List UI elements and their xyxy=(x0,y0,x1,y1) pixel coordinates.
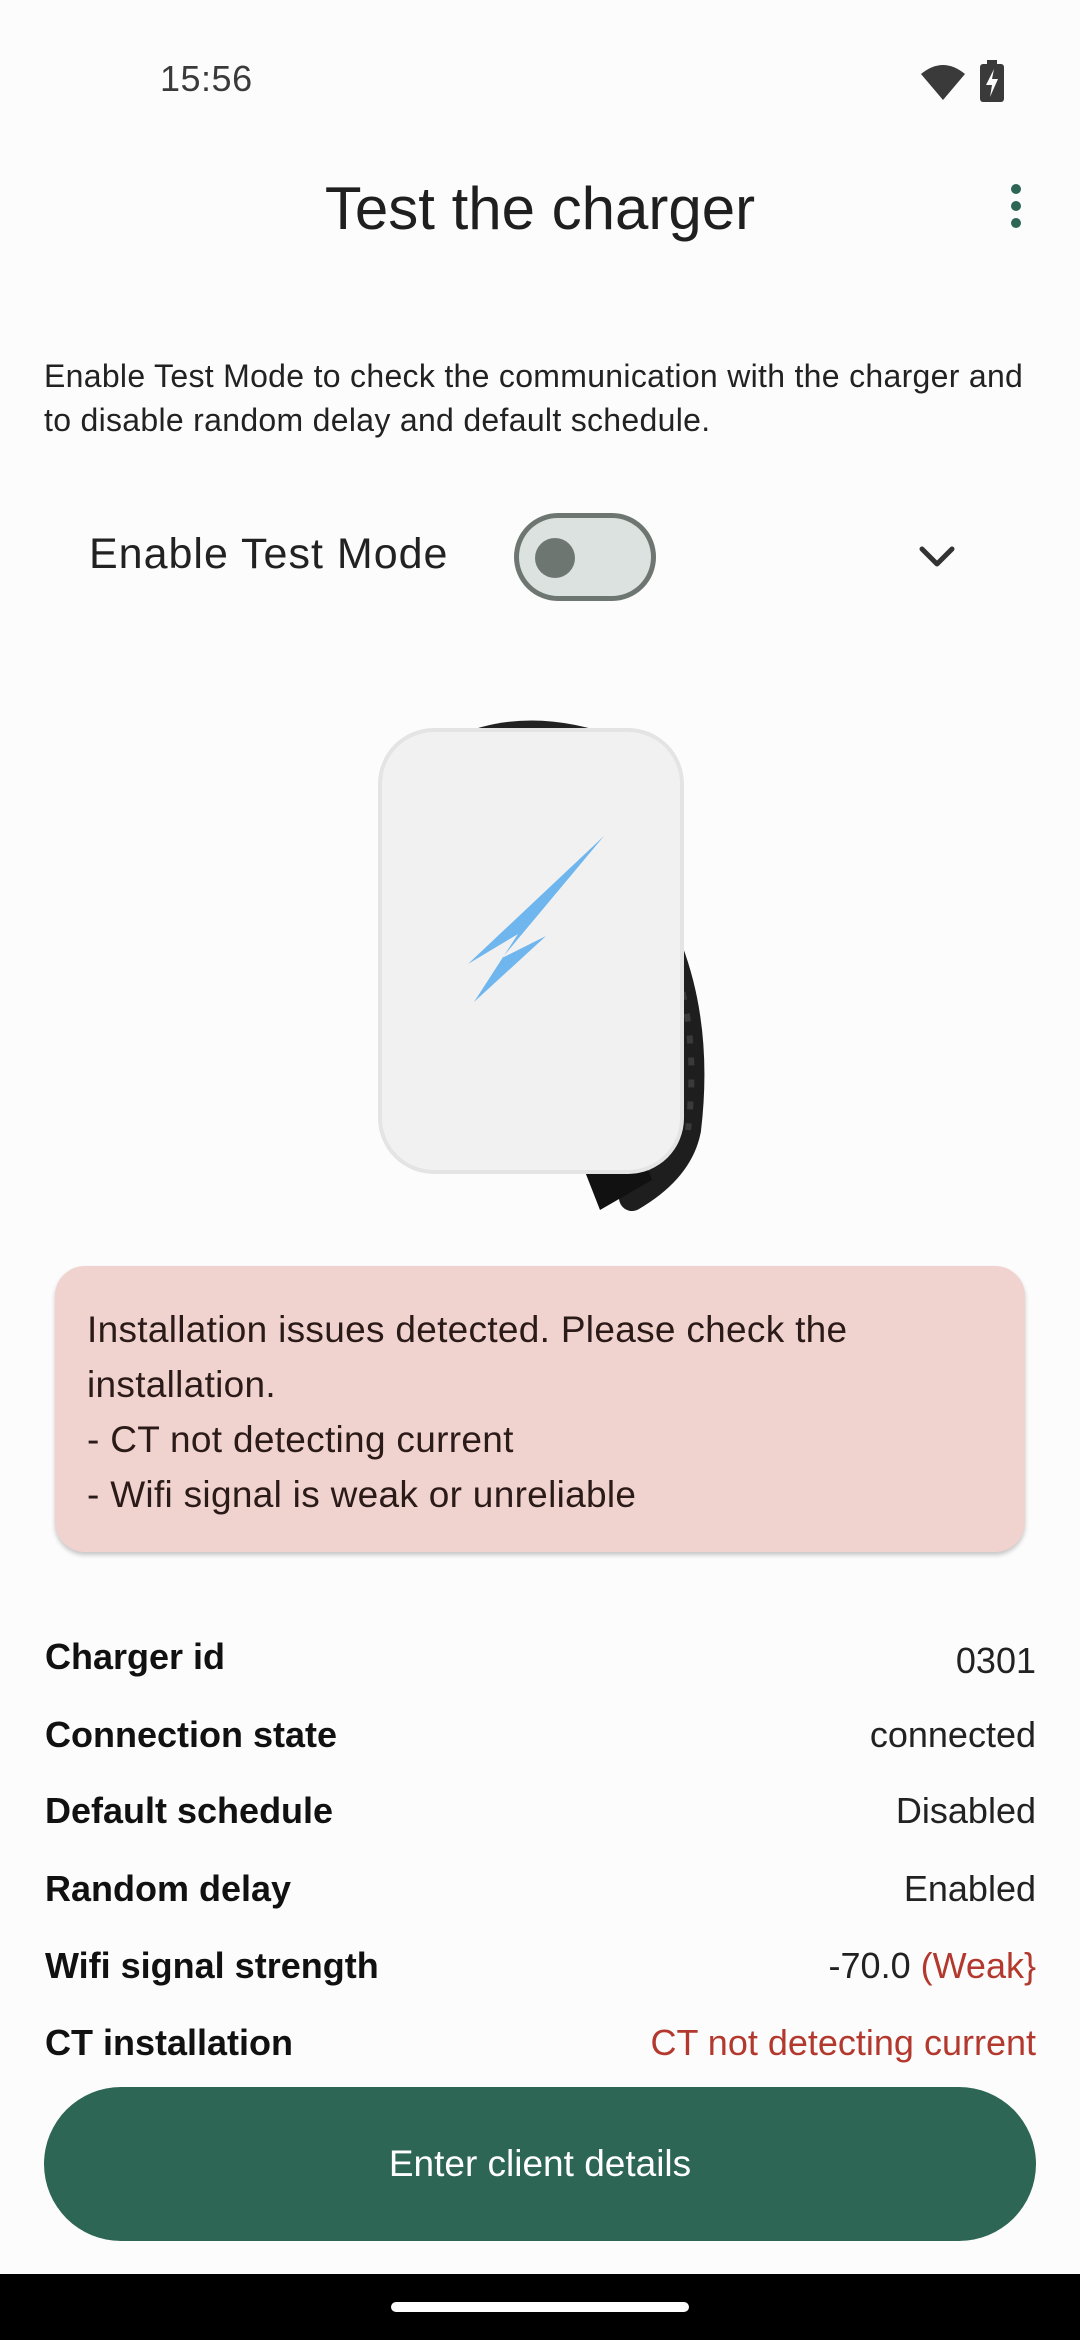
charger-id-label: Charger id xyxy=(45,1636,226,1677)
wifi-strength-number: -70.0 xyxy=(828,1945,911,1986)
more-vert-icon[interactable] xyxy=(996,184,1036,244)
test-mode-label: Enable Test Mode xyxy=(89,530,449,578)
wifi-strength-value: -70.0 (Weak} xyxy=(829,1945,1036,1987)
random-delay-value: Enabled xyxy=(903,1868,1036,1909)
toggle-knob xyxy=(535,538,575,578)
installation-alert: Installation issues detected. Please che… xyxy=(55,1266,1025,1552)
connection-state-label: Connection state xyxy=(45,1714,338,1755)
test-mode-toggle[interactable] xyxy=(514,513,656,601)
description-text: Enable Test Mode to check the communicat… xyxy=(44,358,1024,438)
battery-charging-icon xyxy=(980,60,1004,102)
home-indicator[interactable] xyxy=(391,2302,689,2312)
alert-line: Installation issues detected. Please che… xyxy=(87,1309,848,1350)
charger-id-value: 0301 xyxy=(955,1640,1036,1681)
alert-line: installation. xyxy=(87,1364,277,1405)
alert-line: - Wifi signal is weak or unreliable xyxy=(87,1474,637,1515)
ct-installation-label: CT installation xyxy=(45,2022,294,2063)
wifi-strength-note: (Weak} xyxy=(920,1945,1036,1986)
chevron-down-icon[interactable] xyxy=(916,540,958,574)
charger-image xyxy=(378,720,705,1211)
connection-state-value: connected xyxy=(869,1714,1036,1755)
random-delay-label: Random delay xyxy=(45,1868,292,1909)
default-schedule-label: Default schedule xyxy=(45,1790,334,1831)
alert-line: - CT not detecting current xyxy=(87,1419,514,1460)
wifi-strength-label: Wifi signal strength xyxy=(45,1945,379,1986)
enter-client-details-button[interactable]: Enter client details xyxy=(44,2087,1036,2241)
status-time: 15:56 xyxy=(160,58,253,99)
ct-installation-value: CT not detecting current xyxy=(650,2022,1036,2063)
default-schedule-value: Disabled xyxy=(895,1790,1036,1831)
page-title: Test the charger xyxy=(324,175,756,242)
wifi-icon xyxy=(921,65,965,100)
